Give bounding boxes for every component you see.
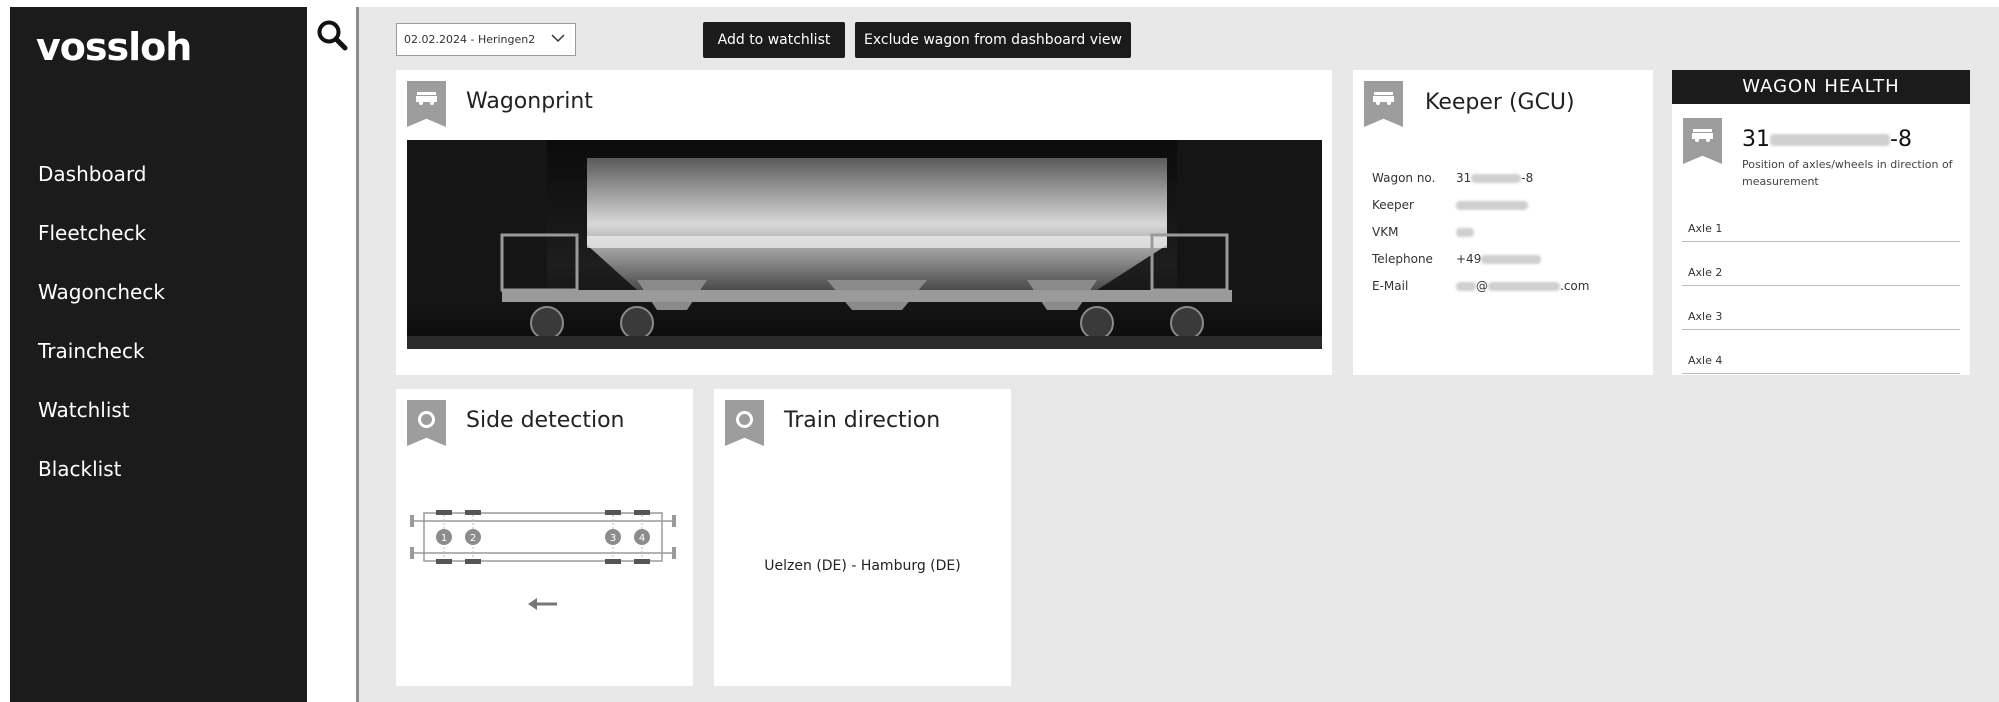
sidebar: vossloh Dashboard Fleetcheck Wagoncheck … <box>10 7 307 702</box>
sidebar-item-traincheck[interactable]: Traincheck <box>38 339 165 398</box>
sidebar-nav: Dashboard Fleetcheck Wagoncheck Trainche… <box>38 162 165 516</box>
keeper-key: Wagon no. <box>1372 171 1436 185</box>
redacted-value <box>1770 134 1890 146</box>
wheel-label: 2 <box>470 533 476 544</box>
train-direction-title: Train direction <box>784 408 941 433</box>
keeper-row-email[interactable]: E-Mail @ .com <box>1372 279 1589 293</box>
redacted-value <box>1488 282 1560 291</box>
redacted-value <box>1456 201 1528 210</box>
wagonprint-title: Wagonprint <box>466 89 593 114</box>
keeper-key: VKM <box>1372 225 1399 239</box>
wheel-label: 4 <box>639 533 645 544</box>
health-wagon-number: 31 -8 <box>1742 127 1912 152</box>
side-detection-card: Side detection 1 2 3 4 <box>396 389 693 686</box>
health-wagon-prefix: 31 <box>1742 127 1770 152</box>
target-bookmark-icon <box>725 400 764 446</box>
keeper-card: Keeper (GCU) Wagon no. 31 -8 Keeper VKM Te… <box>1353 70 1653 375</box>
keeper-row-keeper: Keeper <box>1372 198 1528 212</box>
email-domain-end: .com <box>1560 279 1590 293</box>
health-wagon-suffix: -8 <box>1890 127 1912 152</box>
wagon-bookmark-icon <box>407 81 446 127</box>
keeper-value-suffix: -8 <box>1521 171 1534 185</box>
logo-text: vossloh <box>36 25 192 69</box>
left-edge <box>0 0 10 702</box>
axle-row[interactable]: Axle 2 <box>1682 266 1960 286</box>
vossloh-logo: vossloh <box>36 21 192 73</box>
top-strip <box>10 0 1999 7</box>
wagonprint-card: Wagonprint <box>396 70 1332 375</box>
redacted-value <box>1481 255 1542 264</box>
exclude-wagon-button[interactable]: Exclude wagon from dashboard view <box>855 22 1131 58</box>
arrow-left-icon <box>528 598 557 610</box>
keeper-bookmark-icon <box>1364 81 1403 127</box>
measurement-select[interactable]: 02.02.2024 - Heringen2 <box>396 23 576 56</box>
wagon-health-card: WAGON HEALTH 31 -8 Position of axles/whee… <box>1672 70 1970 375</box>
keeper-value-prefix: 31 <box>1456 171 1472 185</box>
wheel-label: 1 <box>441 533 447 544</box>
main-content: 02.02.2024 - Heringen2 Add to watchlist … <box>359 7 1999 702</box>
keeper-key: E-Mail <box>1372 279 1409 293</box>
wheel-label: 3 <box>610 533 616 544</box>
sidebar-item-blacklist[interactable]: Blacklist <box>38 457 165 516</box>
redacted-value <box>1456 228 1474 237</box>
train-route: Uelzen (DE) - Hamburg (DE) <box>764 558 961 574</box>
add-to-watchlist-button[interactable]: Add to watchlist <box>703 22 845 58</box>
keeper-row-wagon-no: Wagon no. 31 -8 <box>1372 171 1533 185</box>
axle-row[interactable]: Axle 1 <box>1682 222 1960 242</box>
keeper-key: Telephone <box>1372 252 1433 266</box>
axle-row[interactable]: Axle 4 <box>1682 354 1960 374</box>
axle-row[interactable]: Axle 3 <box>1682 310 1960 330</box>
measurement-select-value: 02.02.2024 - Heringen2 <box>404 33 536 46</box>
keeper-title: Keeper (GCU) <box>1425 90 1575 115</box>
side-detection-title: Side detection <box>466 408 625 433</box>
search-column <box>307 7 359 702</box>
search-icon[interactable] <box>316 19 348 51</box>
sidebar-item-watchlist[interactable]: Watchlist <box>38 398 165 457</box>
chevron-down-icon <box>551 34 565 43</box>
redacted-value <box>1456 282 1476 291</box>
wagon-axle-diagram: 1 2 3 4 <box>410 510 676 564</box>
wagon-image <box>407 140 1322 349</box>
health-bookmark-icon <box>1683 118 1722 164</box>
keeper-value-prefix: +49 <box>1456 252 1482 266</box>
keeper-row-telephone: Telephone +49 <box>1372 252 1542 266</box>
sidebar-item-dashboard[interactable]: Dashboard <box>38 162 165 221</box>
email-at: @ <box>1476 279 1488 293</box>
sidebar-item-fleetcheck[interactable]: Fleetcheck <box>38 221 165 280</box>
target-bookmark-icon <box>407 400 446 446</box>
sidebar-item-wagoncheck[interactable]: Wagoncheck <box>38 280 165 339</box>
health-subtitle: Position of axles/wheels in direction of… <box>1742 158 1953 188</box>
keeper-row-vkm: VKM <box>1372 225 1474 239</box>
train-direction-card: Train direction Uelzen (DE) - Hamburg (D… <box>714 389 1011 686</box>
redacted-value <box>1471 174 1522 183</box>
keeper-key: Keeper <box>1372 198 1414 212</box>
wagon-health-header: WAGON HEALTH <box>1672 70 1970 104</box>
